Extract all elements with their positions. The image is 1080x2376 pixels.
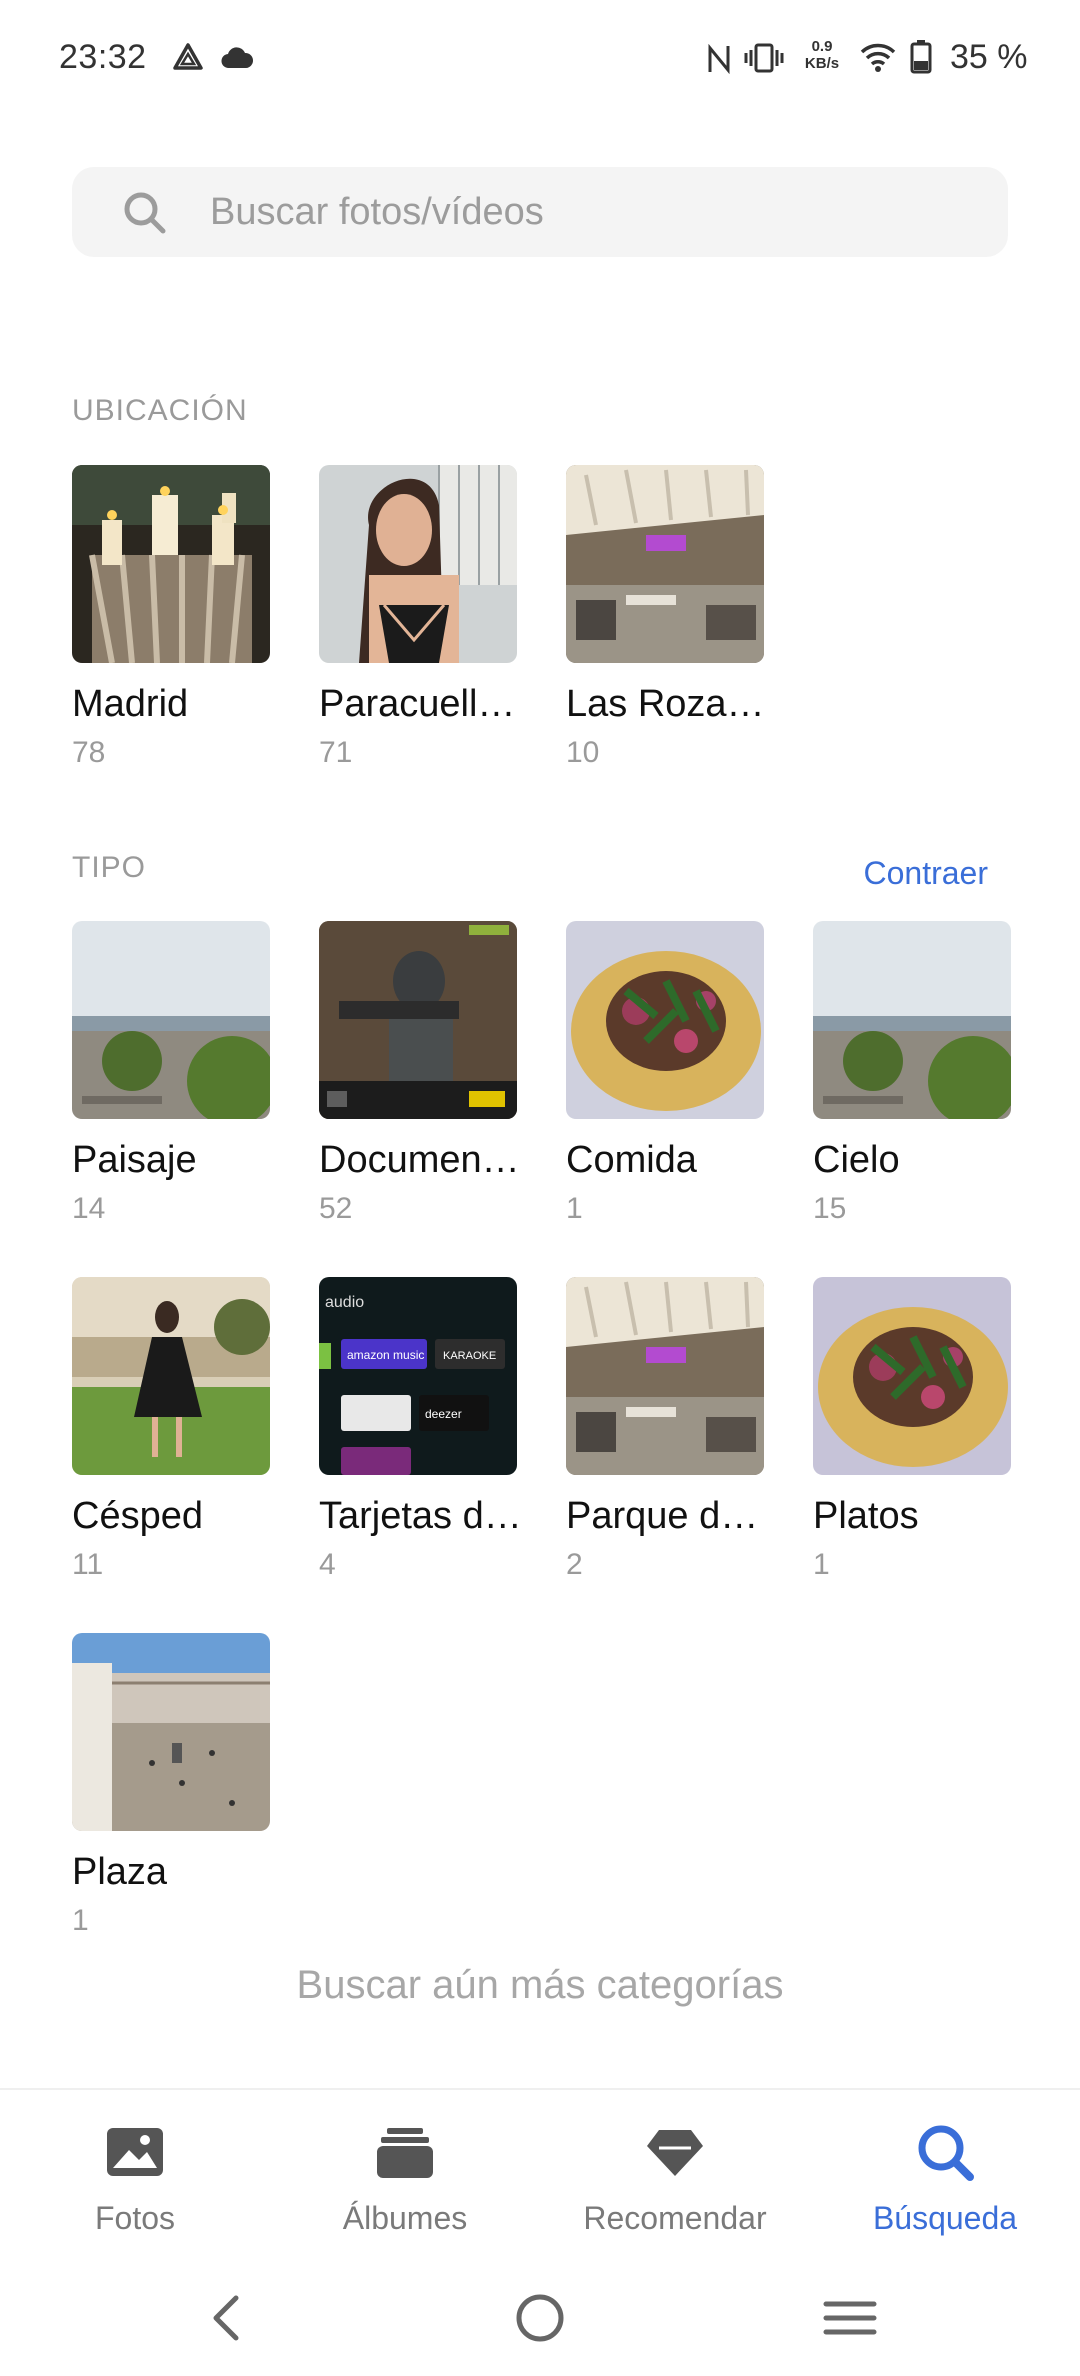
diamond-icon bbox=[647, 2130, 703, 2176]
tile-label: Parque d… bbox=[566, 1495, 759, 1537]
menu-icon[interactable] bbox=[820, 2288, 880, 2348]
nav-label: Búsqueda bbox=[872, 2200, 1018, 2236]
type-tile[interactable]: Plaza 1 bbox=[72, 1633, 270, 1938]
collapse-link[interactable]: Contraer bbox=[864, 855, 989, 892]
nav-label: Recomendar bbox=[583, 2200, 767, 2236]
status-time: 23:32 bbox=[59, 38, 147, 76]
tile-label: Madrid bbox=[72, 683, 189, 725]
tile-count: 4 bbox=[319, 1548, 336, 1581]
vibrate-icon bbox=[744, 43, 784, 73]
tile-count: 10 bbox=[566, 736, 600, 769]
tile-count: 1 bbox=[566, 1192, 583, 1225]
location-tile[interactable]: Paracuell… 71 bbox=[319, 465, 517, 770]
system-navigation bbox=[0, 2260, 1080, 2376]
thumbnail-taco bbox=[566, 921, 764, 1119]
tile-label: Paisaje bbox=[72, 1139, 197, 1181]
tile-label: Plaza bbox=[72, 1851, 168, 1893]
type-tile[interactable]: Parque d… 2 bbox=[566, 1277, 764, 1582]
drive-icon bbox=[173, 43, 203, 70]
type-tile[interactable]: Platos 1 bbox=[813, 1277, 1011, 1582]
battery-icon bbox=[910, 40, 932, 74]
nav-label: Álbumes bbox=[342, 2200, 468, 2236]
thumbnail-apps: audio amazon music KARAOKE deezer bbox=[319, 1277, 517, 1475]
tile-count: 71 bbox=[319, 736, 353, 769]
type-tile[interactable]: Cielo 15 bbox=[813, 921, 1011, 1226]
tile-count: 1 bbox=[72, 1904, 89, 1937]
tile-label: Tarjetas d… bbox=[319, 1495, 517, 1537]
tile-label: Cielo bbox=[813, 1139, 900, 1181]
battery-percent: 35 % bbox=[950, 38, 1028, 76]
thumbnail-portrait bbox=[319, 465, 517, 663]
search-bar[interactable]: Buscar fotos/vídeos bbox=[72, 167, 1008, 257]
bottom-navigation: Fotos Álbumes Recomendar Búsqueda bbox=[0, 2088, 1080, 2260]
gallery-search-screen: 23:32 0.9 KB/s 35 % Buscar fotos/vídeos … bbox=[0, 0, 1080, 2376]
thumbnail-lawn bbox=[72, 1277, 270, 1475]
type-tile[interactable]: audio amazon music KARAOKE deezer Tarjet… bbox=[319, 1277, 517, 1582]
location-section-title: UBICACIÓN bbox=[72, 394, 248, 427]
type-section-title: TIPO bbox=[72, 851, 147, 884]
cloud-icon bbox=[221, 47, 254, 69]
apps-thumb-audio: audio bbox=[325, 1294, 364, 1311]
nav-item-recommend[interactable]: Recomendar bbox=[540, 2090, 810, 2262]
type-tile[interactable]: Comida 1 bbox=[566, 921, 764, 1226]
apps-thumb-deezer: deezer bbox=[425, 1407, 462, 1421]
photo-icon bbox=[107, 2128, 163, 2176]
type-tile[interactable]: Documen… 52 bbox=[319, 921, 517, 1226]
back-icon[interactable] bbox=[198, 2288, 258, 2348]
apps-thumb-karaoke: KARAOKE bbox=[443, 1350, 496, 1362]
tile-label: Comida bbox=[566, 1139, 697, 1181]
tile-label: Las Roza… bbox=[566, 683, 764, 725]
thumbnail-taco bbox=[813, 1277, 1011, 1475]
tile-count: 1 bbox=[813, 1548, 830, 1581]
thumbnail-landscape bbox=[72, 921, 270, 1119]
thumbnail-terrace bbox=[566, 1277, 764, 1475]
nav-item-albums[interactable]: Álbumes bbox=[270, 2090, 540, 2262]
tile-label: Césped bbox=[72, 1495, 203, 1537]
search-icon bbox=[124, 192, 166, 234]
tile-count: 52 bbox=[319, 1192, 353, 1225]
location-tile[interactable]: Madrid 78 bbox=[72, 465, 270, 770]
more-categories-link[interactable]: Buscar aún más categorías bbox=[0, 1963, 1080, 2008]
thumbnail-terrace bbox=[566, 465, 764, 663]
nav-label: Fotos bbox=[94, 2200, 176, 2236]
apps-thumb-amazon: amazon music bbox=[347, 1348, 424, 1362]
tile-count: 78 bbox=[72, 736, 106, 769]
albums-icon bbox=[377, 2128, 433, 2178]
wifi-icon bbox=[860, 43, 896, 72]
thumbnail-candles bbox=[72, 465, 270, 663]
search-input[interactable]: Buscar fotos/vídeos bbox=[210, 191, 544, 234]
tile-count: 2 bbox=[566, 1548, 583, 1581]
tile-count: 11 bbox=[72, 1548, 104, 1581]
tile-label: Platos bbox=[813, 1495, 919, 1537]
search-icon bbox=[918, 2125, 974, 2181]
net-speed-unit: KB/s bbox=[804, 55, 840, 72]
thumbnail-plaza bbox=[72, 1633, 270, 1831]
net-speed-value: 0.9 bbox=[811, 38, 833, 55]
nav-item-search[interactable]: Búsqueda bbox=[810, 2090, 1080, 2262]
tile-label: Paracuell… bbox=[319, 683, 516, 725]
thumbnail-landscape bbox=[813, 921, 1011, 1119]
net-speed: 0.9 KB/s bbox=[800, 38, 844, 72]
nfc-icon bbox=[708, 44, 730, 74]
home-icon[interactable] bbox=[510, 2288, 570, 2348]
location-tile[interactable]: Las Roza… 10 bbox=[566, 465, 764, 770]
type-tile[interactable]: Paisaje 14 bbox=[72, 921, 270, 1226]
tile-count: 14 bbox=[72, 1192, 106, 1225]
type-tile[interactable]: Césped 11 bbox=[72, 1277, 270, 1582]
tile-label: Documen… bbox=[319, 1139, 517, 1181]
tile-count: 15 bbox=[813, 1192, 847, 1225]
status-bar: 23:32 0.9 KB/s 35 % bbox=[0, 0, 1080, 120]
nav-item-photos[interactable]: Fotos bbox=[0, 2090, 270, 2262]
thumbnail-soldier bbox=[319, 921, 517, 1119]
